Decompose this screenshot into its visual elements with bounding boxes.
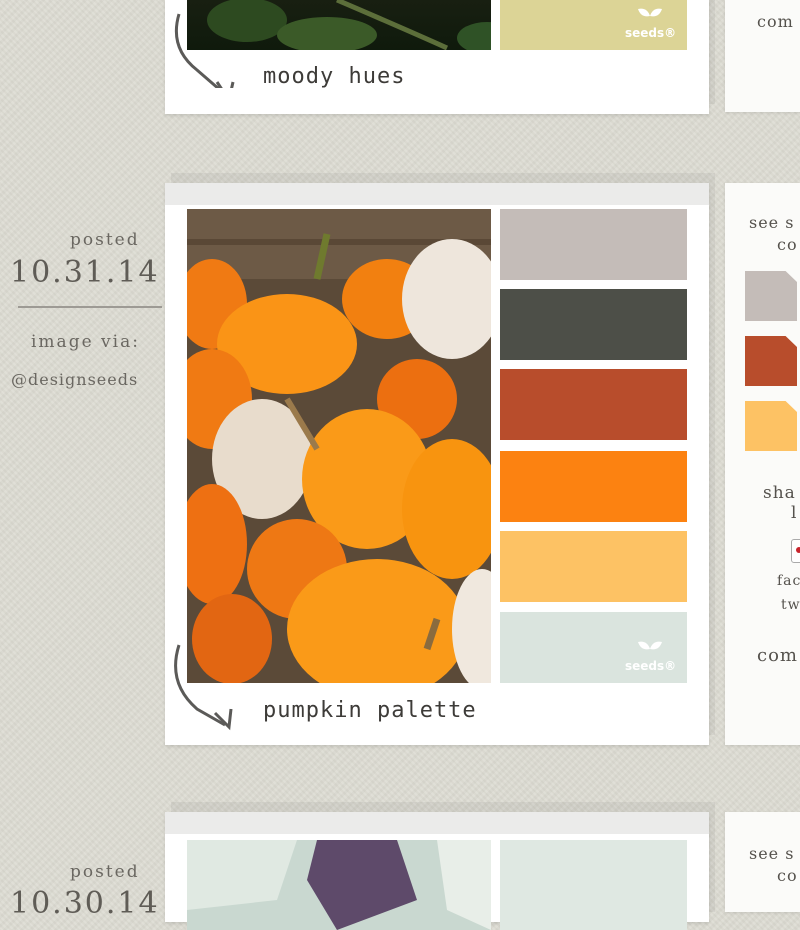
side-color-chip-2[interactable] xyxy=(745,336,797,386)
palette-title[interactable]: moody hues xyxy=(263,64,405,89)
see-similar-link[interactable]: see s xyxy=(749,844,794,863)
twitter-link[interactable]: tw xyxy=(781,597,800,613)
seeds-logo: seeds® xyxy=(625,6,676,40)
color-swatch-1[interactable] xyxy=(500,209,687,280)
posted-label: posted xyxy=(70,862,140,882)
color-swatch-6[interactable]: seeds® xyxy=(500,612,687,683)
color-swatch-4[interactable] xyxy=(500,451,687,522)
comments-link[interactable]: com xyxy=(757,12,794,31)
colors-label: co xyxy=(777,235,798,254)
see-similar-link[interactable]: see s xyxy=(749,213,794,232)
curved-arrow-icon xyxy=(174,13,235,88)
side-panel: see s co sha l fac tw com xyxy=(725,183,800,745)
side-color-chip-3[interactable] xyxy=(745,401,797,451)
curved-arrow-icon xyxy=(174,644,233,731)
color-swatch[interactable]: seeds® xyxy=(500,0,687,50)
date-divider xyxy=(18,306,162,308)
facebook-link[interactable]: fac xyxy=(777,573,800,589)
palette-photo[interactable] xyxy=(187,209,491,683)
pin-button[interactable] xyxy=(791,539,800,563)
side-color-chip-1[interactable] xyxy=(745,271,797,321)
colors-label: co xyxy=(777,866,798,885)
leaves-illustration xyxy=(187,840,491,930)
share-label: sha xyxy=(763,483,796,503)
image-via-handle[interactable]: @designseeds xyxy=(11,370,138,389)
post-date: 10.31.14 xyxy=(10,255,160,290)
posted-label: posted xyxy=(70,230,140,250)
card-header-bar xyxy=(165,183,709,205)
post-date: 10.30.14 xyxy=(10,886,160,921)
pin-icon xyxy=(796,547,800,553)
color-swatch[interactable] xyxy=(500,840,687,930)
palette-card-pumpkin-palette: seeds® pumpkin palette xyxy=(165,183,709,745)
side-panel-bottom: see s co xyxy=(725,812,800,912)
pumpkins-illustration xyxy=(187,209,491,683)
palette-title[interactable]: pumpkin palette xyxy=(263,698,477,723)
palette-photo[interactable] xyxy=(187,840,491,930)
comments-link[interactable]: com xyxy=(757,645,798,666)
seeds-leaf-icon xyxy=(638,8,662,28)
color-swatch-2[interactable] xyxy=(500,289,687,360)
color-swatch-5[interactable] xyxy=(500,531,687,602)
image-via-label: image via: xyxy=(31,332,140,352)
color-swatch-3[interactable] xyxy=(500,369,687,440)
side-panel-top: com xyxy=(725,0,800,112)
card-header-bar xyxy=(165,812,709,834)
seeds-logo: seeds® xyxy=(625,639,676,673)
seeds-leaf-icon xyxy=(638,641,662,661)
palette-card-next xyxy=(165,812,709,930)
palette-card-moody-hues: seeds® moody hues xyxy=(165,0,709,114)
like-label: l xyxy=(791,503,798,523)
